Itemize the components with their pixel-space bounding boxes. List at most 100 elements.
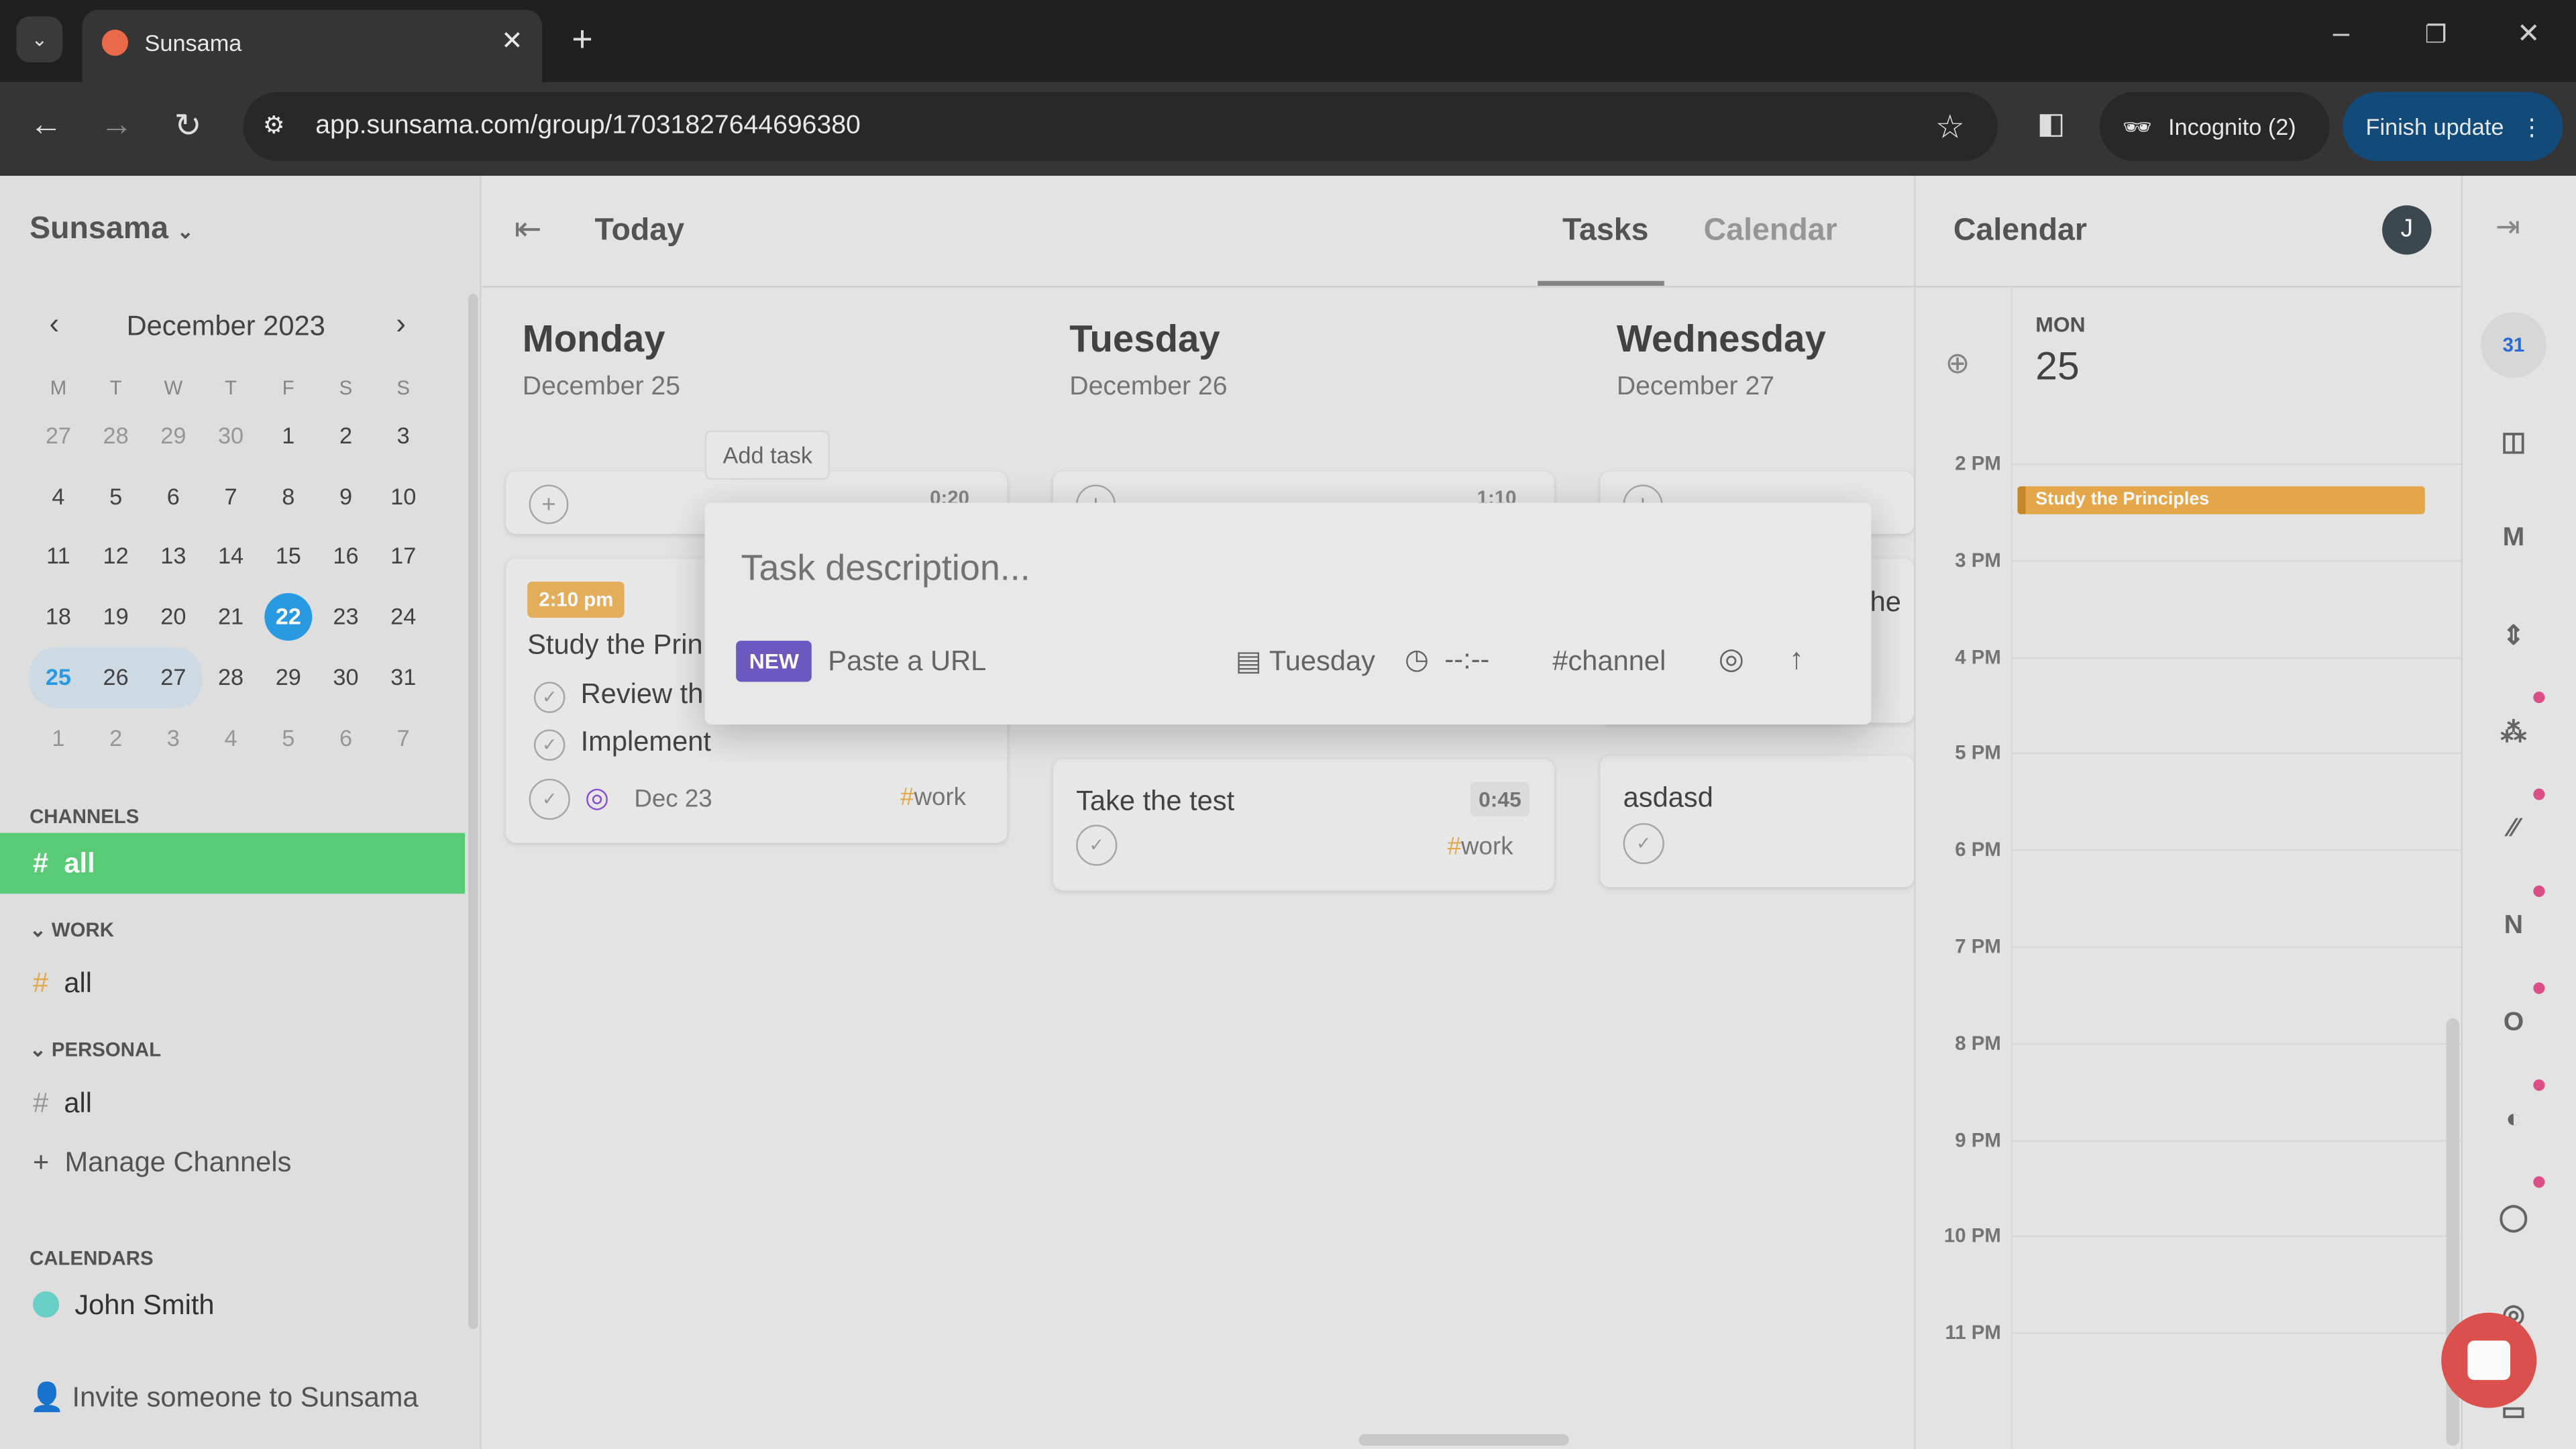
subtask[interactable]: ✓ Implement bbox=[533, 726, 711, 761]
google-calendar-icon[interactable]: 31 bbox=[2480, 312, 2546, 378]
new-tab-button[interactable]: + bbox=[572, 18, 592, 61]
calendar-day[interactable]: 11 bbox=[30, 527, 87, 587]
channel-all-active[interactable]: # all bbox=[0, 833, 466, 894]
prev-month-button[interactable]: ‹ bbox=[49, 307, 59, 341]
calendar-day[interactable]: 24 bbox=[374, 586, 432, 647]
calendar-john-smith[interactable]: John Smith bbox=[32, 1289, 215, 1322]
calendar-day[interactable]: 2 bbox=[87, 707, 145, 767]
close-tab-icon[interactable]: ✕ bbox=[501, 25, 523, 58]
forward-icon[interactable]: → bbox=[100, 107, 133, 144]
gmail-icon[interactable]: M bbox=[2492, 517, 2535, 560]
task-description-input[interactable] bbox=[741, 535, 1825, 602]
site-settings-icon[interactable]: ⚙ bbox=[263, 110, 285, 140]
tab-search-button[interactable]: ⌄ bbox=[16, 16, 63, 63]
channel-personal-all[interactable]: # all bbox=[33, 1087, 92, 1120]
back-icon[interactable]: ← bbox=[30, 107, 62, 144]
calendar-day[interactable]: 26 bbox=[87, 647, 145, 708]
calendar-day[interactable]: 10 bbox=[374, 466, 432, 527]
invite-button[interactable]: 👤 Invite someone to Sunsama bbox=[30, 1382, 419, 1415]
calendar-day[interactable]: 4 bbox=[202, 707, 260, 767]
avatar[interactable]: J bbox=[2382, 205, 2432, 255]
complete-task-icon[interactable]: ✓ bbox=[1076, 824, 1118, 866]
horizontal-scrollbar[interactable] bbox=[1358, 1434, 1569, 1446]
finish-update-button[interactable]: Finish update ⋮ bbox=[2343, 92, 2563, 162]
calendar-day[interactable]: 16 bbox=[317, 527, 375, 587]
calendar-day[interactable]: 28 bbox=[87, 406, 145, 466]
calendar-day[interactable]: 17 bbox=[374, 527, 432, 587]
jira-icon[interactable]: ⇕ bbox=[2492, 614, 2535, 657]
tab-calendar[interactable]: Calendar bbox=[1704, 213, 1837, 250]
calendar-day[interactable]: 3 bbox=[145, 707, 203, 767]
side-panel-icon[interactable]: ◧ bbox=[2037, 107, 2065, 141]
restore-button[interactable]: ❐ bbox=[2425, 19, 2447, 50]
calendar-day[interactable]: 9 bbox=[317, 466, 375, 527]
address-bar[interactable]: ⚙ app.sunsama.com/group/1703182764469638… bbox=[243, 92, 1998, 162]
objective-target-icon[interactable]: ◎ bbox=[1719, 643, 1744, 677]
calendar-day[interactable]: 29 bbox=[145, 406, 203, 466]
calendar-event[interactable]: Study the Principles bbox=[2017, 486, 2425, 515]
calendar-day[interactable]: 6 bbox=[317, 707, 375, 767]
task-card-wednesday[interactable]: asdasd ✓ bbox=[1600, 755, 1915, 888]
channel-work-all[interactable]: # all bbox=[33, 967, 92, 1000]
calendar-day[interactable]: 14 bbox=[202, 527, 260, 587]
calendar-day[interactable]: 5 bbox=[260, 707, 317, 767]
calendar-day[interactable]: 25 bbox=[30, 647, 87, 708]
calendar-day[interactable]: 4 bbox=[30, 466, 87, 527]
personal-header[interactable]: ⌄ PERSONAL bbox=[30, 1038, 161, 1061]
calendar-day[interactable]: 12 bbox=[87, 527, 145, 587]
calendar-day[interactable]: 7 bbox=[374, 707, 432, 767]
priority-arrow-up-icon[interactable]: ↑ bbox=[1789, 643, 1804, 677]
calendar-day[interactable]: 7 bbox=[202, 466, 260, 527]
calendar-day[interactable]: 27 bbox=[30, 406, 87, 466]
add-task-plus-icon[interactable]: + bbox=[529, 484, 569, 525]
calendar-day[interactable]: 23 bbox=[317, 586, 375, 647]
calendar-day[interactable]: 21 bbox=[202, 586, 260, 647]
calendar-day[interactable]: 6 bbox=[145, 466, 203, 527]
clickup-icon[interactable]: ∕∕ bbox=[2492, 808, 2535, 851]
tab-tasks[interactable]: Tasks bbox=[1562, 213, 1648, 250]
next-month-button[interactable]: › bbox=[396, 307, 406, 341]
calendar-day[interactable]: 20 bbox=[145, 586, 203, 647]
asana-icon[interactable]: ⁂ bbox=[2492, 711, 2535, 754]
task-card-tuesday[interactable]: Take the test 0:45 ✓ #work bbox=[1053, 759, 1554, 891]
linear-icon[interactable]: ◐ bbox=[2492, 1099, 2535, 1142]
paste-url-button[interactable]: Paste a URL bbox=[828, 645, 986, 678]
calendar-day[interactable]: 29 bbox=[260, 647, 317, 708]
start-date-button[interactable]: ▤ Tuesday bbox=[1236, 645, 1375, 678]
calendar-day[interactable]: 13 bbox=[145, 527, 203, 587]
minimize-button[interactable]: – bbox=[2333, 16, 2350, 50]
outlook-icon[interactable]: O bbox=[2492, 1002, 2535, 1045]
complete-task-icon[interactable]: ✓ bbox=[1623, 822, 1664, 865]
check-icon[interactable]: ✓ bbox=[533, 682, 566, 713]
calendar-day[interactable]: 30 bbox=[317, 647, 375, 708]
chat-support-button[interactable] bbox=[2441, 1312, 2537, 1408]
workspace-switcher[interactable]: Sunsama ⌄ bbox=[30, 212, 193, 248]
browser-tab[interactable]: Sunsama ✕ bbox=[82, 9, 543, 83]
calendar-day[interactable]: 1 bbox=[260, 406, 317, 466]
calendar-day[interactable]: 5 bbox=[87, 466, 145, 527]
subtask[interactable]: ✓ Review th bbox=[533, 678, 703, 713]
calendar-day[interactable]: 27 bbox=[144, 647, 203, 708]
calendar-day[interactable]: 19 bbox=[87, 586, 145, 647]
calendar-day[interactable]: 2 bbox=[317, 406, 375, 466]
calendar-day[interactable]: 22 bbox=[264, 593, 313, 641]
work-header[interactable]: ⌄ WORK bbox=[30, 918, 114, 941]
check-icon[interactable]: ✓ bbox=[533, 729, 566, 761]
collapse-sidebar-icon[interactable]: ⇤ bbox=[515, 209, 542, 250]
trello-icon[interactable]: ◫ bbox=[2492, 421, 2535, 464]
zoom-in-icon[interactable]: ⊕ bbox=[1945, 347, 1970, 381]
calendar-day[interactable]: 8 bbox=[260, 466, 317, 527]
calendar-day[interactable]: 28 bbox=[202, 647, 260, 708]
calendar-day[interactable]: 1 bbox=[30, 707, 87, 767]
collapse-panel-icon[interactable]: ⇥ bbox=[2496, 210, 2520, 244]
bookmark-star-icon[interactable]: ☆ bbox=[1935, 107, 1965, 148]
calendar-day[interactable]: 3 bbox=[374, 406, 432, 466]
calendar-day[interactable]: 31 bbox=[374, 647, 432, 708]
calendar-day[interactable]: 15 bbox=[260, 527, 317, 587]
reload-icon[interactable]: ↻ bbox=[174, 105, 202, 146]
channel-tag[interactable]: #work bbox=[900, 784, 966, 812]
complete-task-icon[interactable]: ✓ bbox=[529, 778, 570, 820]
sidebar-scrollbar[interactable] bbox=[468, 294, 478, 1330]
calendar-day[interactable]: 30 bbox=[202, 406, 260, 466]
channel-tag[interactable]: #work bbox=[1448, 833, 1513, 861]
